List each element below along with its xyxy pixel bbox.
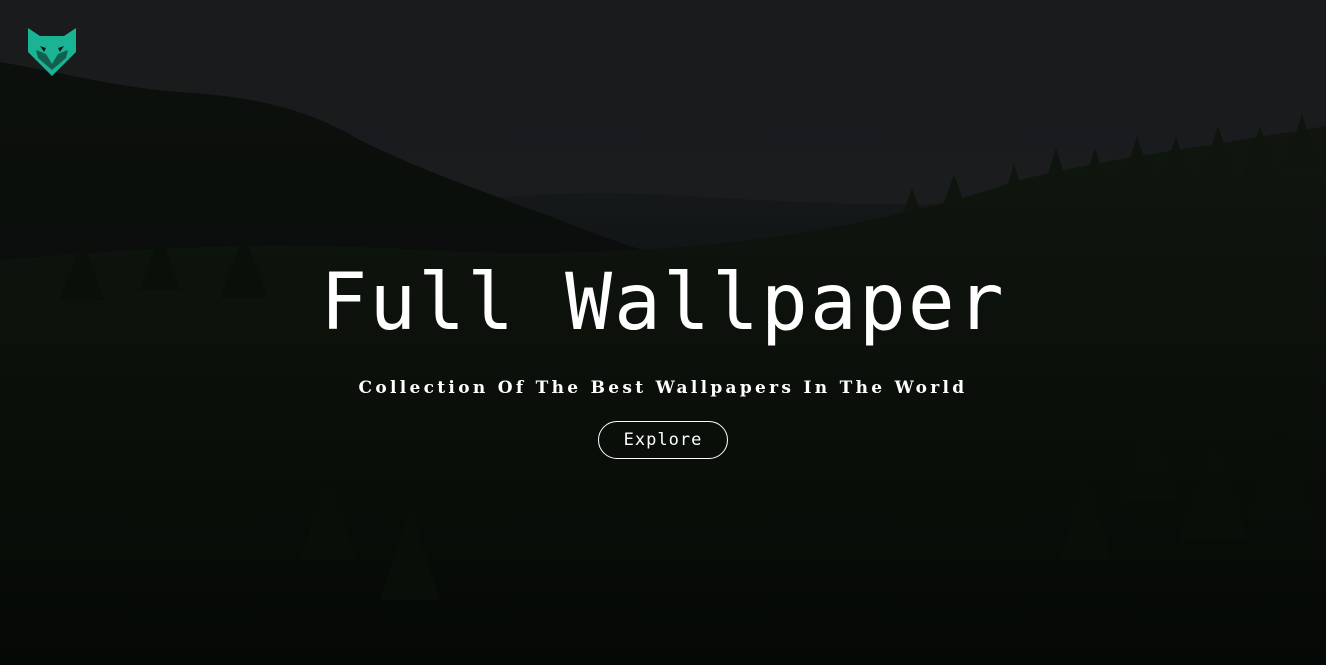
page-subtitle: Collection Of The Best Wallpapers In The… <box>358 378 968 398</box>
hero-content: Full Wallpaper Collection Of The Best Wa… <box>0 0 1326 665</box>
explore-button[interactable]: Explore <box>598 421 728 459</box>
hero-section: Full Wallpaper Collection Of The Best Wa… <box>0 0 1326 665</box>
page-title: Full Wallpaper <box>320 258 1006 348</box>
